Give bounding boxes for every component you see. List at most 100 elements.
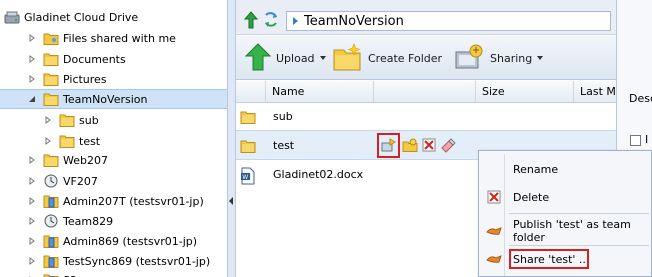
expand-arrow-icon[interactable] (27, 176, 37, 186)
expand-arrow-icon[interactable] (27, 256, 37, 266)
delete-icon[interactable] (421, 137, 439, 155)
expand-arrow-icon[interactable] (27, 54, 37, 64)
new-folder-icon (332, 42, 364, 75)
tree-item-label: Pictures (63, 72, 107, 86)
tree-item-testsync869[interactable]: TestSync869 (testsvr01-jp) (27, 251, 210, 271)
create-folder-button[interactable]: Create Folder (332, 42, 442, 74)
delete-icon (483, 190, 505, 204)
tree-item-label: TeamNoVersion (63, 92, 148, 106)
menu-item-label: Publish 'test' as team folder (513, 218, 631, 244)
sharing-icon (454, 42, 486, 75)
upload-button[interactable]: Upload (244, 42, 326, 74)
path-bar: TeamNoVersion (236, 0, 616, 35)
team-folder-icon (43, 213, 59, 229)
upload-arrow-icon (244, 42, 272, 75)
file-name: test (273, 139, 295, 152)
cloud-folder-icon (43, 173, 59, 189)
folder-icon (240, 138, 256, 157)
tree-item-vf207[interactable]: VF207 (27, 171, 98, 191)
panel-splitter[interactable] (228, 0, 236, 277)
tree-item-teamnoversion[interactable]: TeamNoVersion (0, 89, 227, 109)
tree-item-label: Web207 (63, 153, 108, 167)
folder-icon (240, 109, 256, 128)
tree-item-label: sub (79, 113, 99, 127)
cloud-drive-icon (4, 9, 20, 25)
share-highlight (377, 133, 400, 158)
create-folder-label: Create Folder (368, 51, 443, 65)
menu-separator (509, 245, 649, 246)
sharing-dropdown-icon (537, 56, 544, 60)
header-last-modified[interactable]: Last M (574, 81, 616, 103)
tree-item-sub[interactable]: sub (43, 110, 99, 130)
expand-arrow-icon[interactable] (43, 136, 53, 146)
collapse-left-icon[interactable] (229, 197, 233, 205)
server-folder-icon (43, 193, 59, 209)
tree-item-documents[interactable]: Documents (27, 49, 126, 69)
tree-item-label: test (79, 134, 101, 148)
folder-icon (43, 152, 59, 168)
sharing-button[interactable]: Sharing (454, 42, 544, 75)
tree-item-test[interactable]: test (43, 131, 100, 151)
sharing-label: Sharing (490, 51, 533, 65)
details-checkbox[interactable] (630, 135, 641, 146)
tree-item-label: TestSync869 (testsvr01-jp) (63, 254, 211, 268)
menu-item-delete[interactable]: Delete (481, 186, 651, 208)
server-folder-icon (43, 272, 59, 277)
tree-item-web207[interactable]: Web207 (27, 150, 108, 170)
upload-dropdown-icon (319, 56, 326, 60)
expand-arrow-icon[interactable] (27, 236, 37, 246)
expand-arrow-icon[interactable] (27, 33, 37, 43)
share-item-highlight (509, 249, 589, 269)
tree-item-label: Admin869 (testsvr01-jp) (63, 234, 198, 248)
expand-arrow-icon[interactable] (43, 115, 53, 125)
table-row[interactable]: sub (236, 102, 616, 132)
upload-label: Upload (276, 51, 315, 65)
header-name[interactable]: Name (266, 81, 374, 103)
expand-arrow-icon[interactable] (27, 196, 37, 206)
header-size[interactable]: Size (476, 81, 574, 103)
tree-item-pictures[interactable]: Pictures (27, 69, 107, 89)
tree-item-label: VF207 (63, 174, 98, 188)
file-name: sub (273, 110, 293, 123)
share-icon (483, 254, 505, 264)
server-folder-icon (43, 253, 59, 269)
tree-item-s3[interactable]: S3 (27, 270, 77, 277)
path-arrow-icon (293, 17, 298, 25)
header-icon-column (236, 81, 266, 103)
context-menu: Rename Delete Publish 'test' as team fol… (478, 150, 652, 277)
refresh-icon[interactable] (263, 11, 279, 32)
path-text: TeamNoVersion (304, 13, 404, 29)
expand-arrow-icon[interactable] (27, 155, 37, 165)
folder-icon (43, 71, 59, 87)
rename-icon[interactable] (440, 137, 458, 155)
tree-root[interactable]: Gladinet Cloud Drive (4, 7, 138, 27)
publish-icon (483, 226, 505, 236)
menu-item-rename[interactable]: Rename (481, 158, 651, 180)
svg-text:W: W (242, 174, 248, 181)
grid-header: Name Size Last M (236, 81, 616, 103)
menu-separator (509, 213, 649, 214)
tree-item-files-shared[interactable]: Files shared with me (27, 28, 176, 48)
menu-item-label: Rename (513, 162, 559, 176)
folder-icon (43, 91, 59, 107)
path-input[interactable]: TeamNoVersion (286, 11, 611, 31)
tree-item-label: Admin207T (testsvr01-jp) (63, 194, 204, 208)
folder-icon (59, 133, 75, 149)
up-arrow-icon[interactable] (243, 11, 259, 32)
expand-arrow-icon[interactable] (27, 74, 37, 84)
file-name: Gladinet02.docx (273, 168, 364, 181)
collapse-arrow-icon[interactable] (27, 94, 37, 104)
menu-item-publish[interactable]: Publish 'test' as team folder (481, 218, 651, 244)
tree-item-team829[interactable]: Team829 (27, 211, 113, 231)
tree-item-admin207t[interactable]: Admin207T (testsvr01-jp) (27, 191, 204, 211)
tree-item-admin869[interactable]: Admin869 (testsvr01-jp) (27, 231, 197, 251)
folder-icon (43, 51, 59, 67)
team-share-icon[interactable] (402, 137, 420, 155)
tree-item-label: Team829 (63, 214, 114, 228)
header-spacer (374, 81, 476, 103)
word-document-icon: W (240, 167, 256, 188)
menu-item-label: Delete (513, 190, 550, 204)
tree-item-label: Documents (63, 52, 126, 66)
tree-root-label: Gladinet Cloud Drive (24, 10, 139, 24)
expand-arrow-icon[interactable] (27, 216, 37, 226)
